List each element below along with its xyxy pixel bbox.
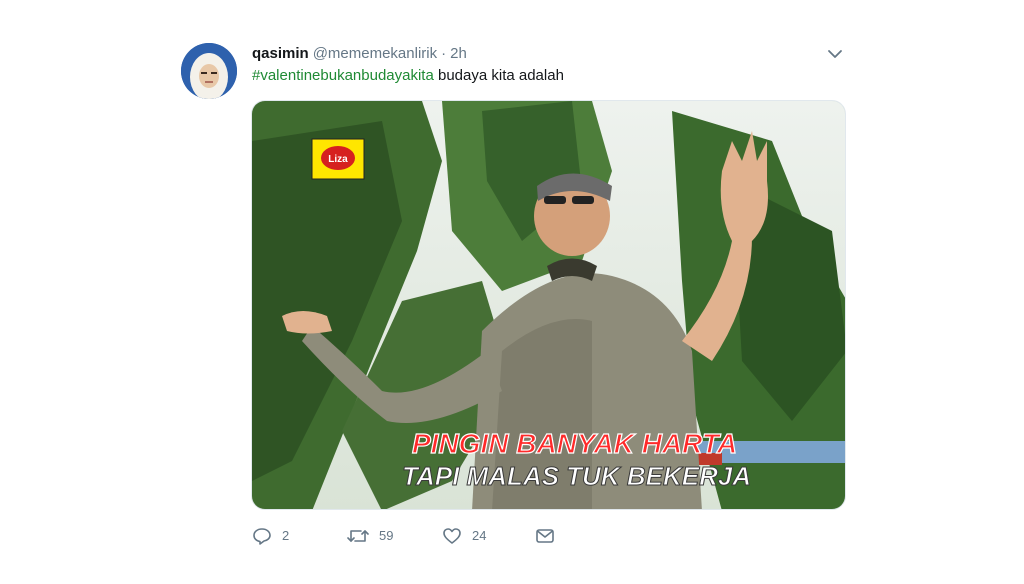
envelope-icon: [535, 526, 555, 546]
chevron-down-icon[interactable]: [827, 46, 843, 62]
retweet-button[interactable]: 59: [347, 524, 393, 548]
tweet-header: qasimin @mememekanlirik · 2h: [252, 44, 467, 64]
direct-message-button[interactable]: [535, 524, 555, 548]
timestamp[interactable]: 2h: [450, 45, 467, 62]
tweet[interactable]: qasimin @mememekanlirik · 2h #valentinebuka…: [0, 0, 1024, 584]
user-handle[interactable]: @mememekanlirik: [313, 45, 437, 62]
like-count: 24: [472, 528, 487, 543]
channel-logo-icon: Liza: [311, 138, 365, 180]
hashtag-link[interactable]: #valentinebukanbudayakita: [252, 67, 434, 84]
reply-button[interactable]: 2: [252, 524, 289, 548]
svg-text:Liza: Liza: [328, 154, 348, 165]
tweet-text: #valentinebukanbudayakita budaya kita ad…: [252, 66, 564, 86]
reply-count: 2: [282, 528, 290, 543]
retweet-icon: [347, 526, 369, 546]
display-name[interactable]: qasimin: [252, 45, 309, 62]
caption-line-1: PINGIN BANYAK HARTA: [412, 428, 737, 459]
like-button[interactable]: 24: [442, 524, 486, 548]
separator-dot: ·: [441, 45, 447, 62]
video-still: Liza PINGIN BANYAK HARTA TAPI MALAS TUK …: [252, 101, 845, 509]
avatar[interactable]: [181, 43, 237, 99]
heart-icon: [442, 526, 462, 546]
tweet-body: budaya kita adalah: [433, 67, 564, 84]
reply-icon: [252, 526, 272, 546]
retweet-count: 59: [379, 528, 394, 543]
tweet-media-image[interactable]: Liza PINGIN BANYAK HARTA TAPI MALAS TUK …: [251, 100, 846, 510]
caption-line-2: TAPI MALAS TUK BEKERJA: [402, 461, 751, 491]
